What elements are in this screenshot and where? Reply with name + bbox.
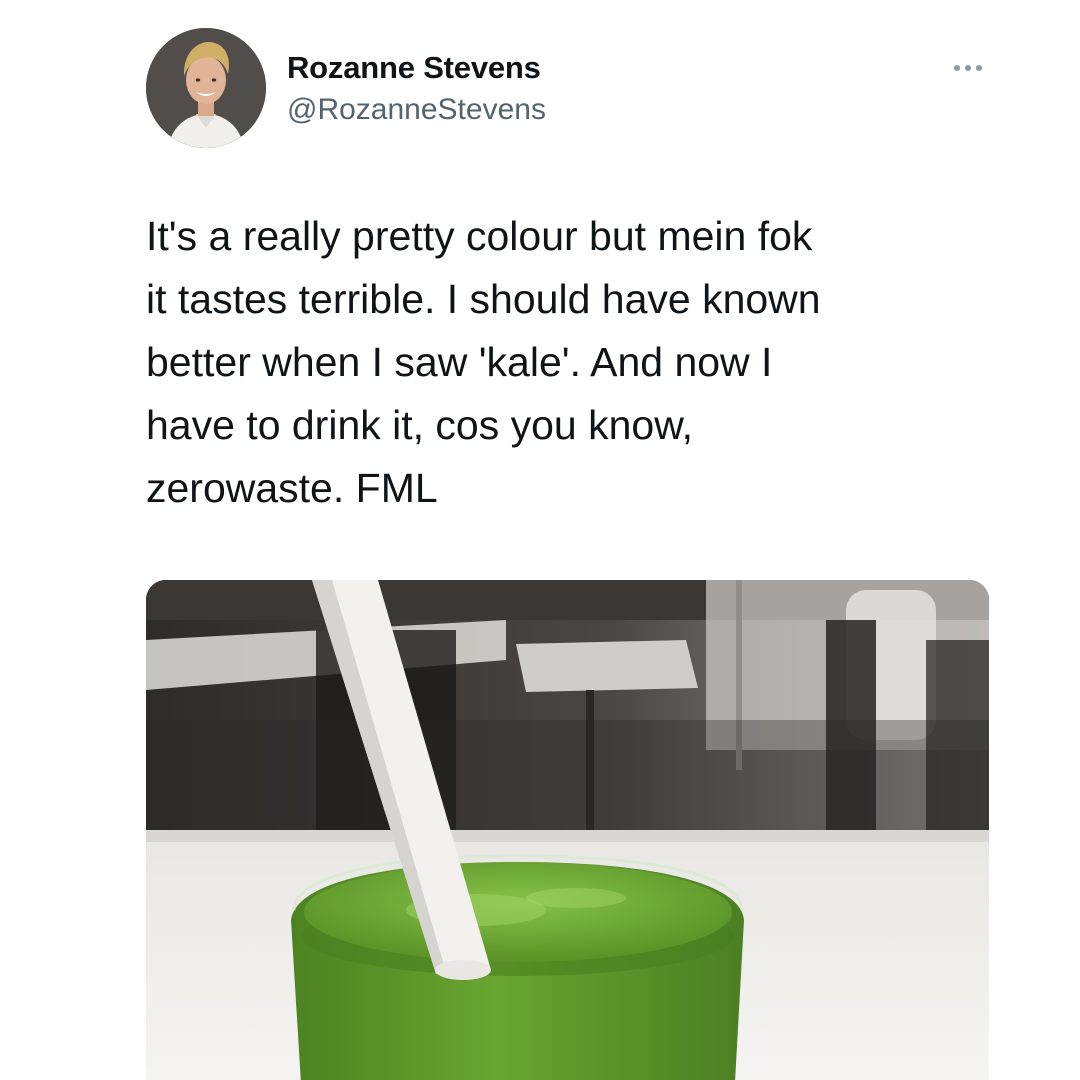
tweet-text: It's a really pretty colour but mein fok… [146,205,1026,520]
tweet-text-line: It's a really pretty colour but mein fok [146,213,813,259]
smoothie-photo [146,580,989,1080]
avatar-photo [146,28,266,148]
tweet-text-line: zerowaste. FML [146,465,438,511]
more-horizontal-icon-dot [965,65,971,71]
more-horizontal-icon [954,65,960,71]
tweet-text-line: better when I saw 'kale'. And now I [146,339,773,385]
author-avatar[interactable] [146,28,266,148]
tweet-text-line: have to drink it, cos you know, [146,402,693,448]
author-handle[interactable]: @RozanneStevens [287,93,546,127]
tweet-media-photo[interactable] [146,580,989,1080]
more-horizontal-icon-dot [976,65,982,71]
more-options-button[interactable] [942,52,994,84]
tweet-text-line: it tastes terrible. I should have known [146,276,821,322]
author-display-name[interactable]: Rozanne Stevens [287,50,541,86]
